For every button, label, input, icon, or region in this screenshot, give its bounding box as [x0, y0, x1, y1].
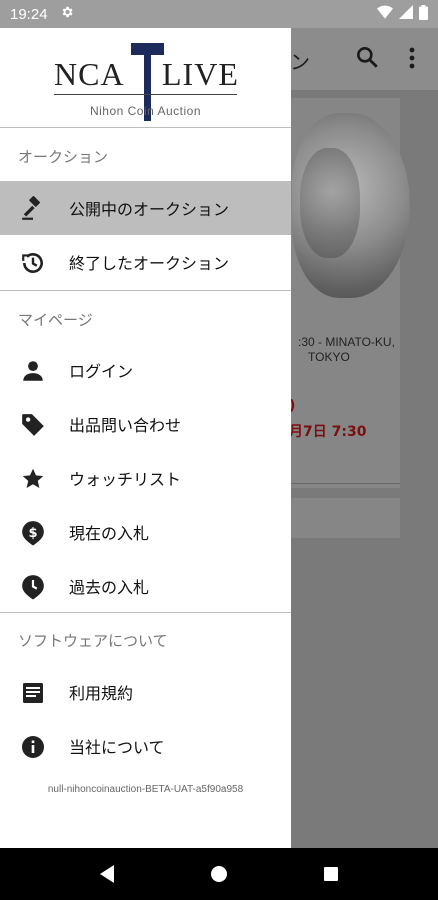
nav-item-terms[interactable]: 利用規約	[0, 665, 291, 719]
home-icon[interactable]	[208, 863, 230, 885]
logo-subtitle: Nihon Coin Auction	[89, 104, 202, 118]
wifi-icon	[377, 5, 393, 23]
clock-pin-icon	[20, 574, 46, 600]
gavel-icon	[20, 196, 46, 222]
person-icon	[20, 358, 46, 384]
nav-item-login[interactable]: ログイン	[0, 343, 291, 397]
signal-icon	[399, 5, 413, 23]
search-icon[interactable]	[354, 44, 380, 70]
app-version: null-nihoncoinauction-BETA-UAT-a5f90a958	[47, 784, 244, 795]
divider	[0, 612, 291, 613]
divider	[0, 127, 291, 128]
battery-icon	[419, 4, 428, 24]
dollar-pin-icon: $	[20, 520, 46, 546]
navigation-drawer: NCA LIVE Nihon Coin Auction オークション 公開中のオ…	[0, 28, 291, 848]
back-icon[interactable]	[96, 863, 118, 885]
nav-item-label: 利用規約	[69, 684, 134, 703]
nav-item-current-bids[interactable]: $ 現在の入札	[0, 505, 291, 559]
settings-gear-icon	[60, 5, 74, 23]
tag-icon	[20, 412, 46, 438]
nav-item-label: 公開中のオークション	[69, 200, 230, 219]
auction-date-text: 月7日 7:30	[289, 424, 367, 440]
nca-live-logo: NCA LIVE Nihon Coin Auction	[0, 28, 291, 128]
nav-item-label: 終了したオークション	[69, 254, 230, 273]
info-icon	[20, 734, 46, 760]
nav-item-open-auctions[interactable]: 公開中のオークション	[0, 181, 291, 235]
app-title: ン	[290, 50, 310, 74]
system-nav-bar	[0, 848, 438, 900]
status-bar: 19:24	[0, 0, 438, 28]
history-icon	[20, 250, 46, 276]
nav-item-watchlist[interactable]: ウォッチリスト	[0, 451, 291, 505]
gavel-logo-head	[131, 43, 164, 55]
nav-item-label: 当社について	[69, 738, 165, 757]
auction-location-city: TOKYO	[308, 350, 350, 364]
nav-item-label: 出品問い合わせ	[69, 416, 182, 435]
nav-item-label: 現在の入札	[69, 524, 150, 543]
svg-text:$: $	[28, 526, 37, 541]
section-header-software: ソフトウェアについて	[18, 632, 168, 650]
status-time: 19:24	[10, 5, 48, 23]
more-vert-icon[interactable]	[402, 44, 422, 72]
auction-location: :30 - MINATO-KU,	[298, 335, 395, 349]
recents-icon[interactable]	[320, 863, 342, 885]
card-divider	[290, 483, 400, 484]
section-header-auction: オークション	[18, 148, 109, 166]
nav-item-past-bids[interactable]: 過去の入札	[0, 559, 291, 613]
logo-text-live: LIVE	[162, 56, 239, 92]
nav-item-about[interactable]: 当社について	[0, 719, 291, 773]
nav-item-label: ウォッチリスト	[69, 470, 182, 489]
coin-owl-relief	[300, 148, 360, 258]
section-header-mypage: マイページ	[18, 311, 93, 329]
nav-item-label: 過去の入札	[69, 578, 150, 597]
star-icon	[20, 466, 46, 492]
nav-item-ended-auctions[interactable]: 終了したオークション	[0, 235, 291, 289]
logo-text-nca: NCA	[54, 56, 125, 92]
document-icon	[20, 680, 46, 706]
auction-card-footer[interactable]	[290, 498, 400, 538]
logo-rule	[54, 94, 237, 95]
divider	[0, 290, 291, 291]
nav-item-label: ログイン	[69, 362, 134, 381]
nav-item-listing-inquiry[interactable]: 出品問い合わせ	[0, 397, 291, 451]
